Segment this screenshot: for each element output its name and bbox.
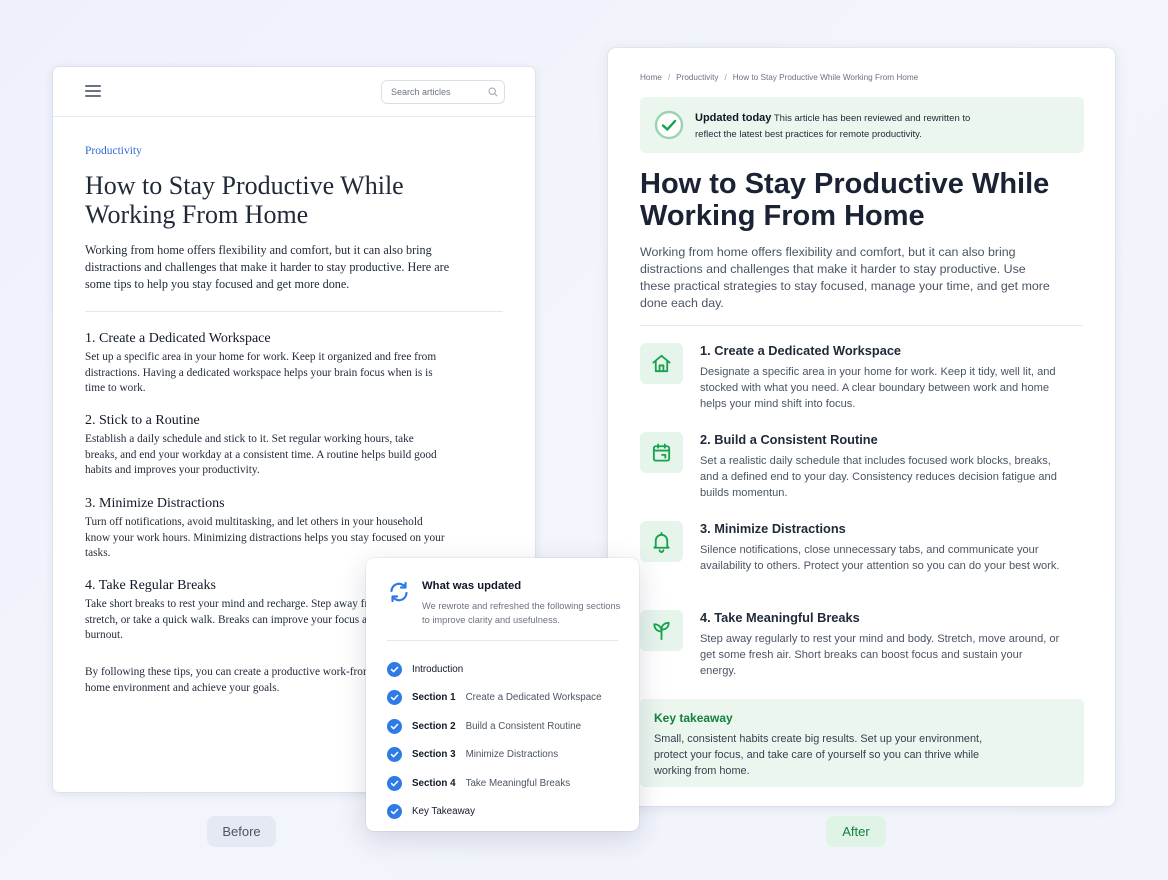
- list-item-detail: Build a Consistent Routine: [465, 720, 582, 732]
- list-item[interactable]: Section 3 Minimize Distractions: [387, 741, 627, 770]
- section-title: 3. Minimize Distractions: [700, 521, 846, 536]
- article-intro: Working from home offers flexibility and…: [640, 245, 1050, 310]
- takeaway-title: Key takeaway: [654, 711, 733, 725]
- section-title: 1. Create a Dedicated Workspace: [85, 331, 271, 346]
- bell-icon: [653, 531, 670, 553]
- list-item[interactable]: Section 2 Build a Consistent Routine: [387, 712, 627, 741]
- menu-icon[interactable]: [85, 85, 101, 97]
- check-icon: [387, 804, 402, 820]
- section-title: 1. Create a Dedicated Workspace: [700, 343, 902, 358]
- breadcrumb: Home / Productivity / How to Stay Productive…: [640, 73, 918, 82]
- check-icon: [387, 747, 402, 763]
- update-banner: Updated today This article has been revi…: [640, 97, 1084, 153]
- section-title: 4. Take Meaningful Breaks: [700, 610, 860, 625]
- refresh-icon: [390, 581, 408, 603]
- list-item[interactable]: Key Takeaway: [387, 798, 627, 827]
- after-article-card: Home / Productivity / How to Stay Productive…: [608, 48, 1115, 806]
- page-title: How to Stay Productive While Working Fro…: [85, 171, 404, 229]
- section-icon-tile: [640, 521, 683, 562]
- section-title: 2. Build a Consistent Routine: [700, 432, 878, 447]
- section-title: 2. Stick to a Routine: [85, 413, 200, 428]
- section-title: 3. Minimize Distractions: [85, 496, 225, 511]
- before-section: 1. Create a Dedicated Workspace Set up a…: [85, 330, 445, 397]
- update-text: Updated today This article has been revi…: [695, 110, 985, 143]
- section-body: Silence notifications, close unnecessary…: [700, 544, 1060, 573]
- section-body: Establish a daily schedule and stick to …: [85, 433, 437, 477]
- article-outro: By following these tips, you can create …: [85, 666, 376, 694]
- article-intro: Working from home offers flexibility and…: [85, 243, 450, 291]
- check-icon: [387, 775, 402, 791]
- home-icon: [652, 354, 671, 373]
- list-item-label: Section 2: [412, 720, 456, 732]
- divider: [387, 640, 618, 641]
- list-item-detail: Minimize Distractions: [465, 749, 559, 761]
- update-label: Updated today: [695, 112, 772, 124]
- section-icon-tile: [640, 610, 683, 651]
- breadcrumb-separator: /: [724, 73, 727, 82]
- before-header-bar: Search articles: [53, 67, 535, 117]
- popover-title: What was updated: [422, 580, 522, 592]
- search-icon: [488, 87, 498, 97]
- after-label: After: [826, 816, 886, 847]
- list-item-detail: Take Meaningful Breaks: [465, 777, 571, 789]
- check-icon: [387, 690, 402, 706]
- updated-sections-list: Introduction Section 1 Create a Dedicate…: [387, 655, 627, 826]
- before-label: Before: [207, 816, 276, 847]
- list-item[interactable]: Section 1 Create a Dedicated Workspace: [387, 684, 627, 713]
- divider: [85, 311, 503, 312]
- category-link[interactable]: Productivity: [85, 145, 142, 157]
- before-section: 3. Minimize Distractions Turn off notifi…: [85, 495, 445, 562]
- breadcrumb-current: How to Stay Productive While Working Fro…: [732, 73, 919, 82]
- calendar-icon: [652, 443, 671, 462]
- list-item[interactable]: Section 4 Take Meaningful Breaks: [387, 769, 627, 798]
- section-body: Step away regularly to rest your mind an…: [700, 633, 1060, 678]
- list-item-label: Key Takeaway: [412, 806, 475, 818]
- check-icon: [387, 718, 402, 734]
- list-item-label: Section 1: [412, 692, 456, 704]
- before-section: 2. Stick to a Routine Establish a daily …: [85, 412, 445, 479]
- divider: [640, 325, 1083, 326]
- section-body: Designate a specific area in your home f…: [700, 366, 1056, 411]
- section-body: Turn off notifications, avoid multitaski…: [85, 516, 445, 560]
- list-item-label: Section 3: [412, 749, 456, 761]
- list-item-label: Introduction: [412, 663, 464, 675]
- list-item-label: Section 4: [412, 777, 456, 789]
- sprout-icon: [653, 621, 670, 641]
- updates-popover: What was updated We rewrote and refreshe…: [366, 558, 639, 831]
- section-icon-tile: [640, 343, 683, 384]
- breadcrumb-separator: /: [667, 73, 671, 82]
- takeaway-body: Small, consistent habits create big resu…: [654, 733, 983, 777]
- search-placeholder: Search articles: [391, 87, 451, 97]
- key-takeaway-box: Key takeaway Small, consistent habits cr…: [640, 699, 1084, 787]
- list-item-detail: Create a Dedicated Workspace: [465, 692, 602, 704]
- section-body: Set up a specific area in your home for …: [85, 351, 437, 395]
- section-body: Set a realistic daily schedule that incl…: [700, 455, 1057, 500]
- breadcrumb-home[interactable]: Home: [640, 73, 662, 82]
- breadcrumb-category[interactable]: Productivity: [676, 73, 718, 82]
- check-icon: [387, 661, 402, 677]
- search-input[interactable]: Search articles: [381, 80, 505, 104]
- section-icon-tile: [640, 432, 683, 473]
- popover-subtitle: We rewrote and refreshed the following s…: [422, 601, 621, 625]
- list-item[interactable]: Introduction: [387, 655, 627, 684]
- page-title: How to Stay Productive While Working Fro…: [640, 168, 1050, 232]
- check-circle-icon: [654, 110, 684, 140]
